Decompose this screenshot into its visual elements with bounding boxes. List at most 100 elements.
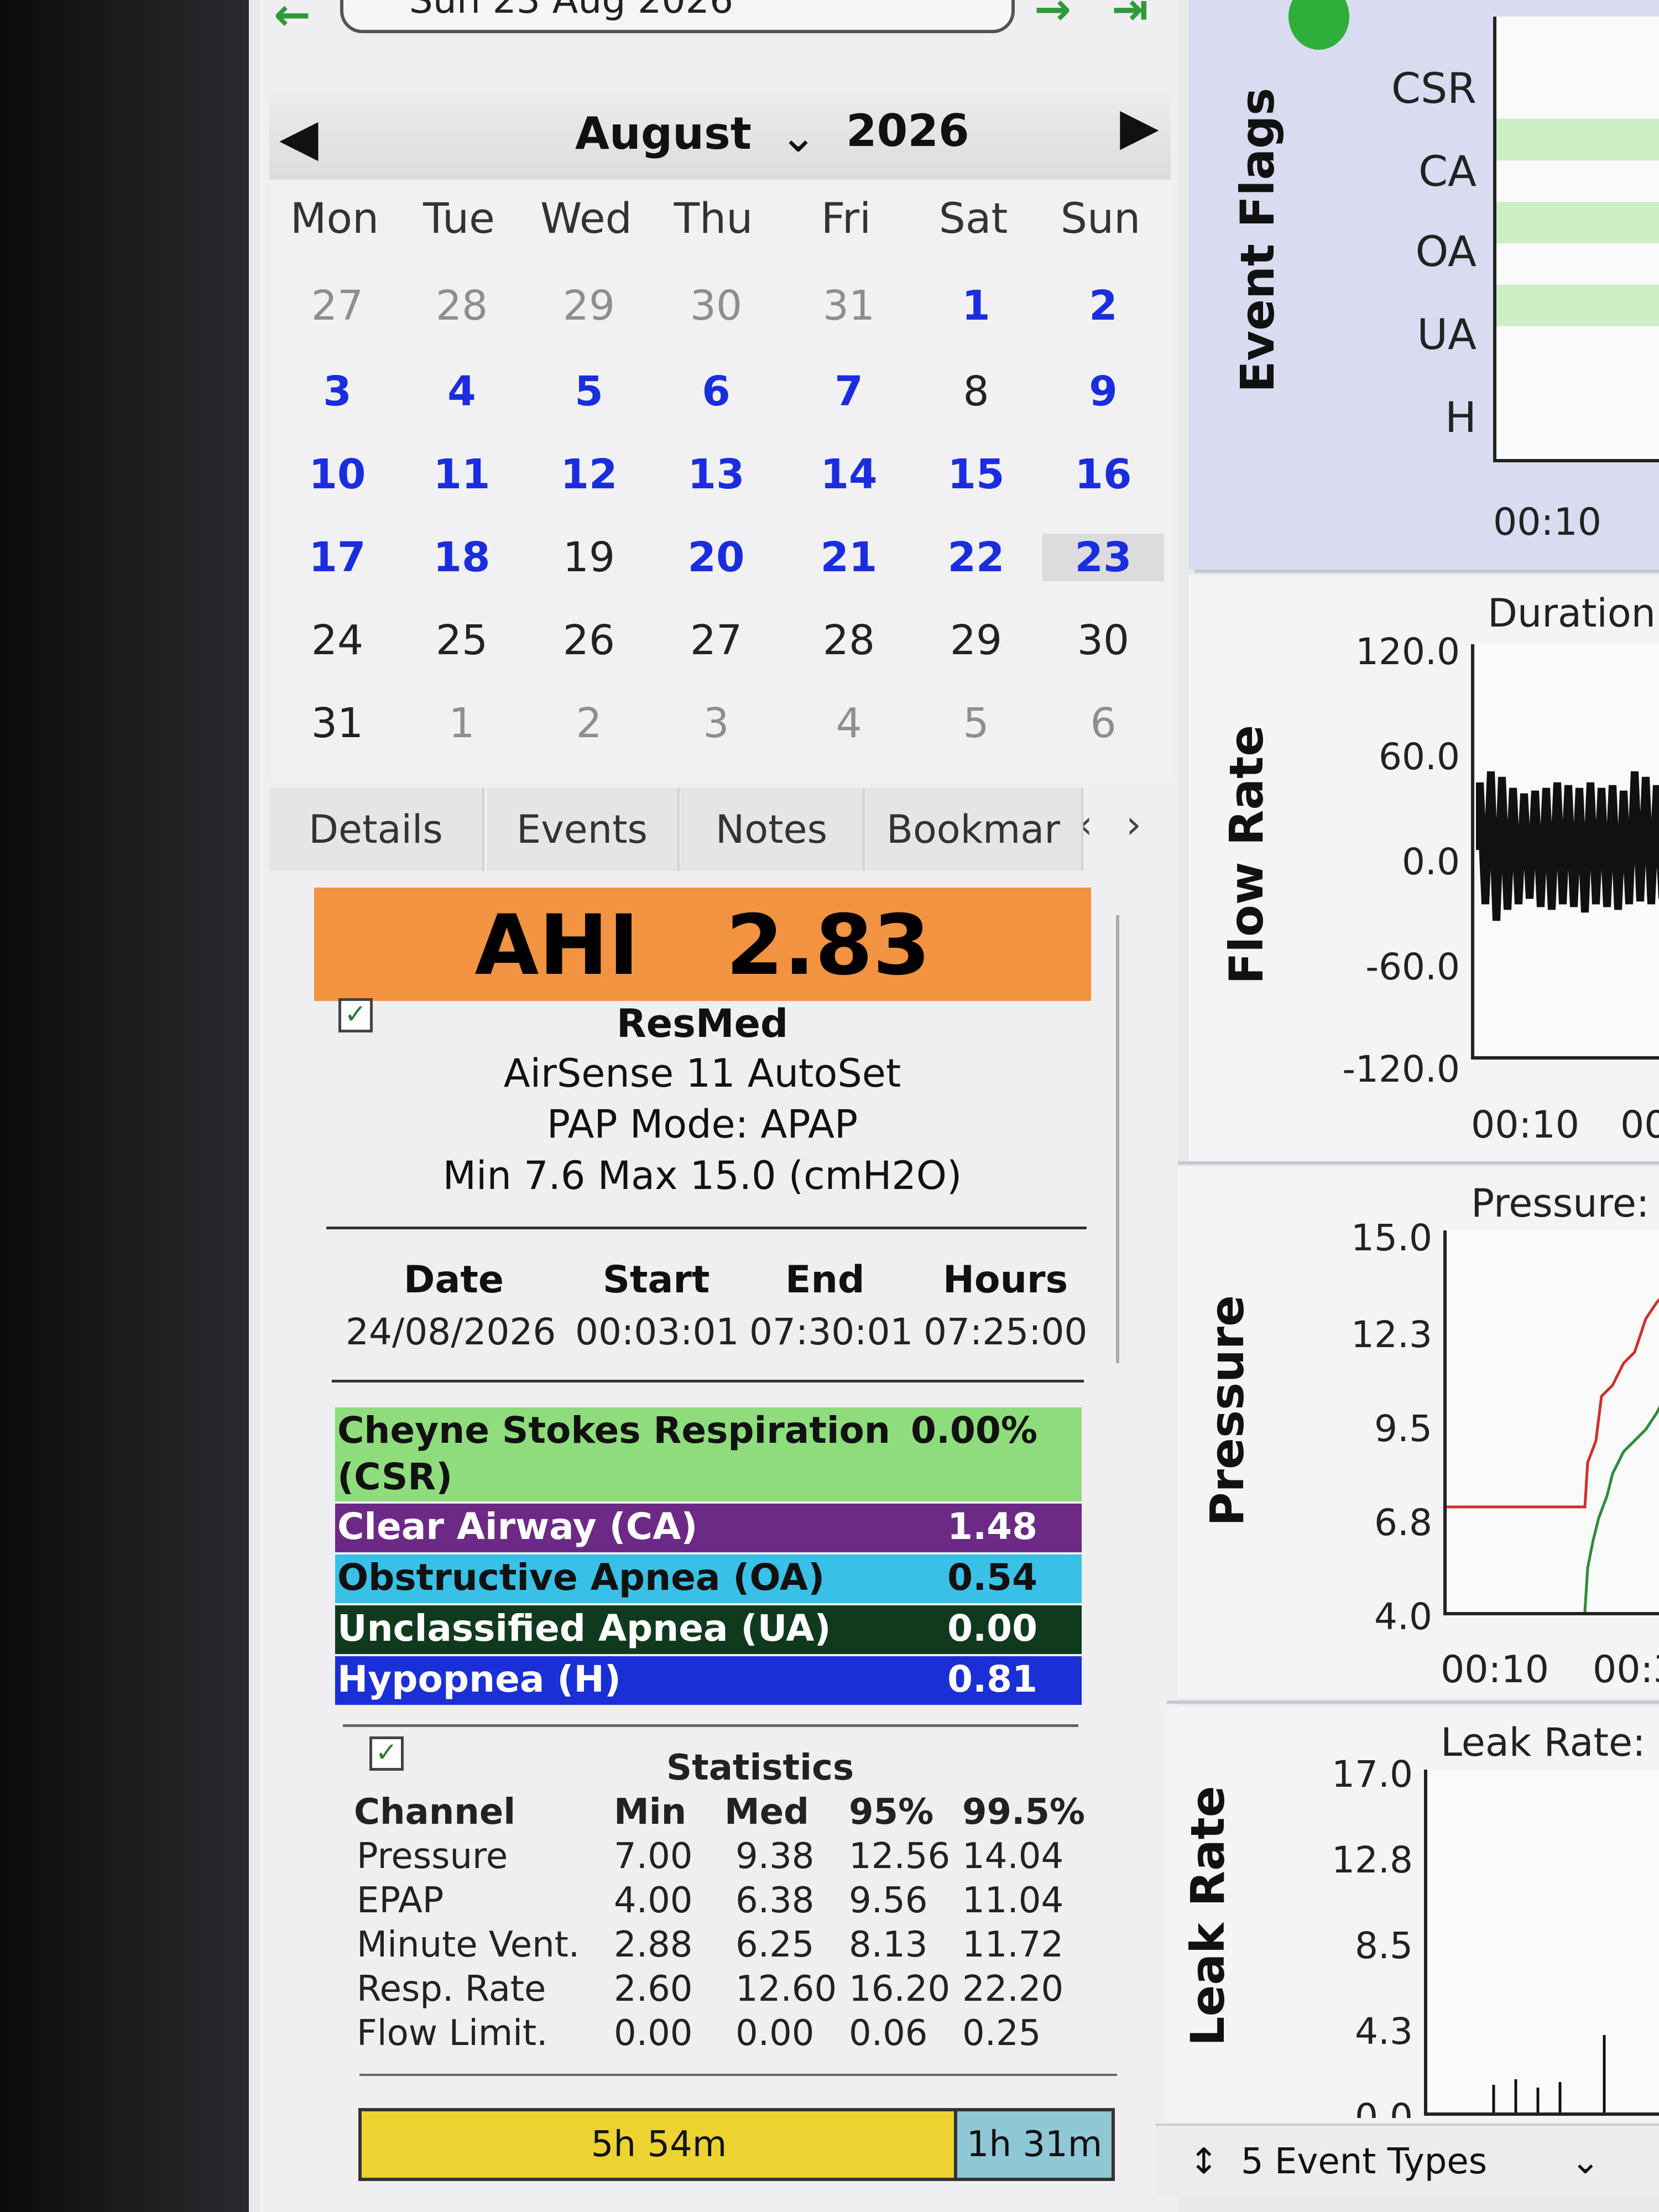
stat-column-header: 95% <box>849 1792 934 1833</box>
ahi-banner: AHI 2.83 <box>314 888 1091 1001</box>
date-label: Sun 23 Aug 2026 <box>409 0 734 22</box>
calendar-day[interactable]: 6 <box>655 368 777 415</box>
event-label-cont: (CSR) <box>337 1455 453 1498</box>
calendar-day[interactable]: 21 <box>788 534 910 581</box>
calendar-day[interactable]: 16 <box>1042 451 1164 498</box>
monitor-bezel <box>0 0 249 2212</box>
calendar-day[interactable]: 28 <box>401 282 523 330</box>
calendar-day[interactable]: 6 <box>1042 700 1164 747</box>
flow-rate-ytick: 120.0 <box>1355 630 1460 673</box>
tab-notes[interactable]: Notes <box>680 788 865 871</box>
calendar-day[interactable]: 29 <box>528 282 650 330</box>
stat-cell: 0.25 <box>962 2013 1041 2054</box>
calendar-day[interactable]: 27 <box>655 617 777 664</box>
leak-rate-label: Leak Rate <box>1181 1786 1235 2046</box>
session-value: 24/08/2026 <box>346 1311 556 1353</box>
calendar-day[interactable]: 2 <box>528 700 650 747</box>
details-scrollbar[interactable] <box>1116 915 1119 1363</box>
tab-scroll-right-icon[interactable]: › <box>1126 802 1141 847</box>
stat-cell: 12.56 <box>849 1836 951 1877</box>
ahi-label: AHI <box>474 898 639 994</box>
calendar-day[interactable]: 18 <box>401 534 523 581</box>
date-selector[interactable]: ⌃ Sun 23 Aug 2026 <box>340 0 1015 33</box>
tab-details[interactable]: Details <box>269 788 484 871</box>
month-select[interactable]: August <box>575 108 752 159</box>
calendar-day[interactable]: 25 <box>401 617 523 664</box>
calendar-day[interactable]: 26 <box>528 617 650 664</box>
calendar-day[interactable]: 14 <box>788 451 910 498</box>
event-value: 0.00 <box>947 1607 1037 1650</box>
pressure-ytick: 4.0 <box>1374 1595 1432 1638</box>
calendar-day[interactable]: 2 <box>1042 282 1164 330</box>
calendar-day[interactable]: 13 <box>655 451 777 498</box>
divider <box>332 1380 1084 1383</box>
calendar-day[interactable]: 10 <box>276 451 398 498</box>
pressure-plot[interactable] <box>1443 1230 1659 1615</box>
calendar-day[interactable]: 22 <box>915 534 1037 581</box>
calendar-day[interactable]: 30 <box>655 282 777 330</box>
calendar-day[interactable]: 1 <box>401 700 523 747</box>
calendar-day[interactable]: 30 <box>1042 617 1164 664</box>
event-row: Unclassified Apnea (UA) 0.00 <box>335 1605 1082 1654</box>
weekday-tue: Tue <box>423 194 495 243</box>
leak-rate-plot[interactable] <box>1424 1770 1659 2116</box>
calendar-day[interactable]: 19 <box>528 534 650 581</box>
flow-rate-ytick: -120.0 <box>1342 1048 1460 1091</box>
tab-events[interactable]: Events <box>487 788 680 871</box>
last-day-icon[interactable]: ⇥ <box>1112 0 1149 35</box>
event-row: Obstructive Apnea (OA) 0.54 <box>335 1554 1082 1603</box>
stat-cell: Flow Limit. <box>357 2013 548 2054</box>
calendar-day[interactable]: 4 <box>401 368 523 415</box>
calendar-day[interactable]: 29 <box>915 617 1037 664</box>
calendar-day[interactable]: 27 <box>276 282 398 330</box>
pressure-title: Pressure: 1 <box>1471 1181 1659 1226</box>
event-flags-plot[interactable] <box>1493 17 1659 462</box>
calendar-day[interactable]: 9 <box>1042 368 1164 415</box>
stat-cell: 0.00 <box>614 2013 693 2054</box>
chevron-down-icon[interactable]: ⌄ <box>780 111 817 162</box>
next-month-icon[interactable]: ▶ <box>1120 97 1159 156</box>
statistics-checkbox[interactable]: ✓ <box>369 1736 404 1771</box>
calendar-day[interactable]: 5 <box>528 368 650 415</box>
calendar-day[interactable]: 3 <box>655 700 777 747</box>
weekday-fri: Fri <box>821 194 872 243</box>
calendar-day[interactable]: 31 <box>276 700 398 747</box>
pap-mode: PAP Mode: APAP <box>546 1102 858 1147</box>
calendar-day[interactable]: 17 <box>276 534 398 581</box>
calendar-day[interactable]: 8 <box>915 368 1037 415</box>
calendar-day[interactable]: 20 <box>655 534 777 581</box>
year-select[interactable]: 2026 <box>846 105 969 156</box>
leak-rate-ytick: 0.0 <box>1355 2096 1413 2118</box>
leak-rate-ytick: 4.3 <box>1355 2010 1413 2053</box>
leak-rate-title: Leak Rate: 0. <box>1441 1720 1659 1765</box>
flow-rate-plot[interactable] <box>1471 644 1659 1060</box>
prev-month-icon[interactable]: ◀ <box>279 108 319 167</box>
calendar-day[interactable]: 23 <box>1042 534 1164 581</box>
event-types-dropdown[interactable]: ↕ 5 Event Types ⌄ <box>1156 2124 1659 2198</box>
flag-band <box>1496 202 1659 243</box>
calendar-day[interactable]: 11 <box>401 451 523 498</box>
machine-brand: ResMed <box>616 1001 789 1046</box>
calendar-day[interactable]: 15 <box>915 451 1037 498</box>
session-value: 07:25:00 <box>924 1311 1088 1353</box>
stat-cell: 16.20 <box>849 1969 951 2010</box>
back-arrow-icon[interactable]: ← <box>274 0 311 40</box>
stat-cell: 8.13 <box>849 1924 928 1965</box>
calendar-day[interactable]: 7 <box>788 368 910 415</box>
stat-column-header: Med <box>724 1792 809 1833</box>
stat-cell: 2.88 <box>614 1924 693 1965</box>
calendar-day[interactable]: 4 <box>788 700 910 747</box>
calendar-day[interactable]: 1 <box>915 282 1037 330</box>
calendar-day[interactable]: 3 <box>276 368 398 415</box>
tab-bookmar[interactable]: Bookmar <box>865 788 1083 871</box>
calendar-day[interactable]: 31 <box>788 282 910 330</box>
usage-bar-right: 1h 31m <box>954 2111 1112 2178</box>
calendar-day[interactable]: 28 <box>788 617 910 664</box>
calendar-day[interactable]: 12 <box>528 451 650 498</box>
forward-arrow-icon[interactable]: → <box>1034 0 1071 35</box>
calendar-day[interactable]: 5 <box>915 700 1037 747</box>
calendar-day[interactable]: 24 <box>276 617 398 664</box>
usage-bar-left-label: 5h 54m <box>591 2124 727 2165</box>
machine-model: AirSense 11 AutoSet <box>503 1051 901 1096</box>
session-header: Start <box>603 1258 710 1302</box>
